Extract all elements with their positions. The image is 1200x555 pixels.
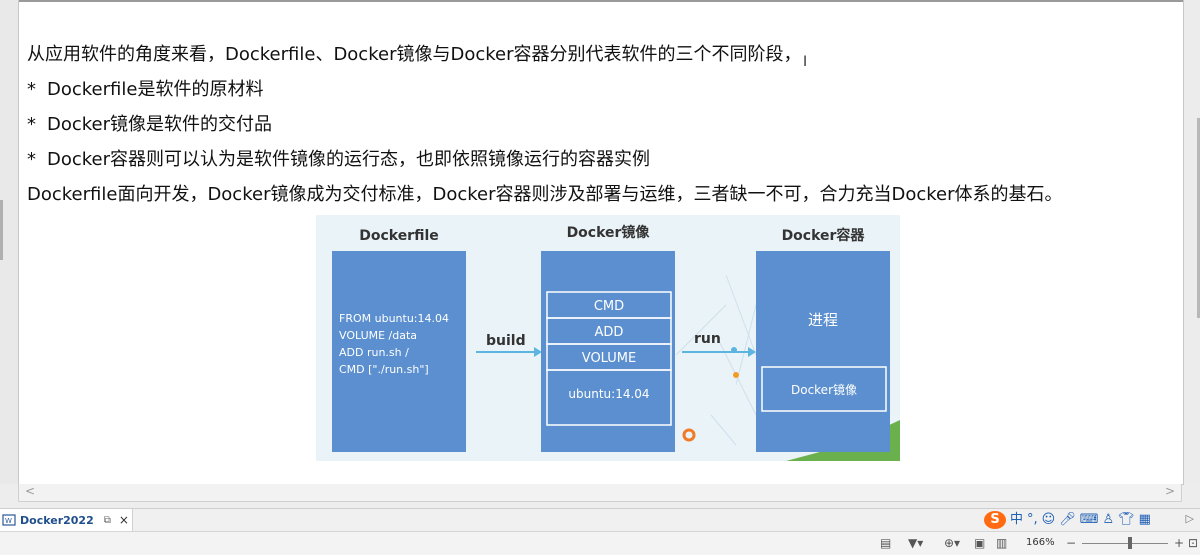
filter-icon[interactable]: ▼▾ [908,536,923,550]
docker-diagram-image[interactable]: Dockerfile Docker镜像 Docker容器 FROM ubuntu… [316,215,900,461]
page-top-border [19,0,1183,2]
page-view-icon[interactable]: ▤ [880,536,891,550]
summary-paragraph: Dockerfile面向开发，Docker镜像成为交付标准，Docker容器则涉… [27,184,1063,205]
left-scroll-mark [0,200,3,260]
dot-orange [733,372,739,378]
left-margin [0,0,18,484]
microphone-icon[interactable]: 🎤︎ [1059,511,1076,529]
scroll-left-arrow-icon[interactable]: < [25,484,35,498]
layer-ubuntu: ubuntu:14.04 [568,387,649,401]
build-label: build [486,333,526,349]
layer-cmd: CMD [594,299,624,314]
user-icon[interactable]: ♙ [1103,511,1115,529]
col3-title: Docker容器 [782,227,866,244]
web-layout-icon[interactable]: ▣ [974,536,985,550]
docker-container-box [756,251,890,452]
keyboard-icon[interactable]: ⌨ [1080,511,1099,529]
zoom-out-button[interactable]: − [1066,536,1076,550]
print-layout-icon[interactable]: ▥ [996,536,1007,550]
scroll-right-arrow-icon[interactable]: > [1165,484,1175,498]
fit-page-icon[interactable]: ⊡ [1188,536,1198,550]
pin-icon[interactable]: ⧉ [104,515,111,526]
text-cursor-icon: I [803,54,808,70]
punctuation-icon[interactable]: °, [1027,511,1038,529]
layer-add: ADD [595,325,624,340]
col1-title: Dockerfile [359,228,439,244]
process-label: 进程 [808,311,838,329]
close-tab-icon[interactable]: × [119,513,129,527]
col2-title: Docker镜像 [567,224,651,241]
zoom-slider-track[interactable] [1082,543,1168,544]
intro-paragraph: 从应用软件的角度来看，Dockerfile、Docker镜像与Docker容器分… [27,44,802,65]
skin-icon[interactable]: 👕︎ [1118,511,1135,529]
horizontal-scrollbar[interactable]: < > [18,484,1182,502]
ime-lang-toggle[interactable]: 中 [1010,511,1023,529]
bullet-dockerfile: * Dockerfile是软件的原材料 [27,79,264,100]
layer-volume: VOLUME [582,351,636,366]
code-line-4: CMD ["./run.sh"] [339,363,429,376]
code-line-1: FROM ubuntu:14.04 [339,312,449,325]
run-label: run [694,331,721,347]
code-line-3: ADD run.sh / [339,346,409,359]
tab-docker2022[interactable]: W Docker2022 ⧉ × [0,509,133,531]
status-bar: ▤ ▼▾ ⊕▾ ▣ ▥ 166% − + ⊡ [0,531,1200,555]
bullet-docker-image: * Docker镜像是软件的交付品 [27,114,273,135]
vertical-scrollbar[interactable] [1182,0,1200,484]
inner-image-label: Docker镜像 [791,382,857,397]
code-line-2: VOLUME /data [339,329,417,342]
toolbox-icon[interactable]: ▦ [1139,511,1151,529]
emoji-icon[interactable]: ☺ [1042,511,1056,529]
zoom-slider-thumb[interactable] [1128,537,1132,549]
ime-toolbar[interactable]: S 中 °, ☺ 🎤︎ ⌨ ♙ 👕︎ ▦ [984,510,1151,530]
word-document-icon: W [2,514,16,526]
tab-scroll-right-icon[interactable]: ▷ [1186,512,1194,525]
svg-text:W: W [5,517,12,525]
bullet-docker-container: * Docker容器则可以认为是软件镜像的运行态，也即依照镜像运行的容器实例 [27,149,651,170]
globe-icon[interactable]: ⊕▾ [944,536,960,550]
zoom-in-button[interactable]: + [1174,536,1184,550]
zoom-level[interactable]: 166% [1026,537,1055,548]
tab-label: Docker2022 [20,513,94,527]
sogou-logo-icon[interactable]: S [984,511,1006,529]
